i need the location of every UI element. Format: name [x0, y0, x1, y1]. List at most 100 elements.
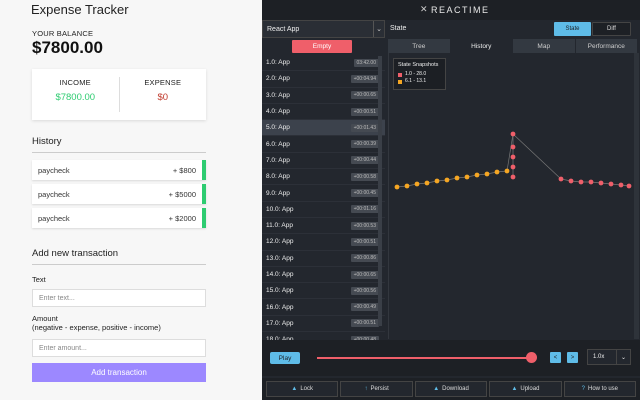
snapshot-node[interactable]: [464, 174, 470, 180]
snapshot-node[interactable]: [510, 174, 516, 180]
snapshot-row[interactable]: 18.0: App +00:00.48: [262, 332, 385, 340]
add-transaction-button[interactable]: Add transaction: [32, 363, 206, 382]
snapshot-node[interactable]: [424, 180, 430, 186]
snapshot-time: +00:00.44: [350, 156, 379, 165]
snapshot-time: +00:00.65: [350, 270, 379, 279]
slider-handle[interactable]: [526, 352, 537, 363]
snapshot-node[interactable]: [474, 172, 480, 178]
snapshot-row[interactable]: 7.0: App +00:00.44: [262, 153, 385, 170]
state-heading: State: [390, 25, 407, 32]
snapshot-row[interactable]: 4.0: App +00:00.51: [262, 104, 385, 121]
state-toggle-button[interactable]: State: [554, 22, 591, 36]
prev-button[interactable]: <: [550, 352, 561, 363]
snapshot-node[interactable]: [510, 154, 516, 160]
persist-button[interactable]: ↑ Persist: [340, 381, 413, 397]
snapshot-list-scrollbar[interactable]: [378, 56, 382, 326]
chevron-down-icon[interactable]: ⌄: [616, 350, 630, 364]
amount-input[interactable]: Enter amount...: [32, 339, 206, 357]
snapshot-label: 12.0: App: [266, 238, 294, 246]
legend-item: 6.1 - 13.1: [398, 78, 441, 85]
snapshot-row[interactable]: 6.0: App +00:00.39: [262, 136, 385, 153]
chevron-down-icon[interactable]: ⌄: [373, 21, 384, 37]
snapshot-row[interactable]: 9.0: App +00:00.45: [262, 185, 385, 202]
history-panel: State Snapshots 1.0 - 28.0 6.1 - 13.1: [388, 53, 634, 339]
view-tabs: Tree History Map Performance: [388, 39, 638, 53]
snapshot-node[interactable]: [558, 176, 564, 182]
help-icon: ?: [581, 386, 585, 392]
speed-select[interactable]: 1.0x ⌄: [587, 349, 631, 365]
text-input[interactable]: Enter text...: [32, 289, 206, 307]
snapshot-row[interactable]: 3.0: App +00:00.65: [262, 88, 385, 104]
legend-item: 1.0 - 28.0: [398, 71, 441, 78]
snapshot-row[interactable]: 8.0: App +00:00.58: [262, 169, 385, 186]
snapshot-time: +00:00.58: [350, 172, 379, 181]
snapshot-node[interactable]: [626, 183, 632, 189]
snapshot-node[interactable]: [578, 179, 584, 185]
snapshot-row[interactable]: 13.0: App +00:00.86: [262, 251, 385, 267]
snapshot-time: +00:00.56: [350, 286, 379, 295]
snapshot-node[interactable]: [510, 131, 516, 137]
tab-select[interactable]: React App ⌄: [262, 20, 385, 38]
snapshot-node[interactable]: [404, 183, 410, 189]
snapshot-label: 2.0: App: [266, 75, 290, 83]
download-icon: ▲: [433, 386, 440, 392]
download-button[interactable]: ▲ Download: [414, 381, 488, 397]
empty-button[interactable]: Empty: [292, 40, 352, 53]
panel-scrollbar[interactable]: [634, 53, 639, 339]
snapshot-node[interactable]: [394, 184, 400, 190]
income-expense-card: INCOME $7800.00 EXPENSE $0: [32, 69, 206, 120]
upload-button[interactable]: ▲ Upload: [489, 381, 562, 397]
play-button[interactable]: Play: [270, 352, 300, 364]
tab-history[interactable]: History: [450, 39, 513, 53]
snapshot-node[interactable]: [510, 164, 516, 170]
snapshot-node[interactable]: [444, 177, 450, 183]
snapshot-node[interactable]: [608, 181, 614, 187]
history-item-name: paycheck: [38, 213, 70, 223]
snapshot-node[interactable]: [598, 180, 604, 186]
snapshot-slider[interactable]: [317, 357, 532, 359]
snapshot-time: +00:00.49: [350, 303, 379, 312]
next-button[interactable]: >: [567, 352, 578, 363]
snapshot-node[interactable]: [484, 171, 490, 177]
snapshot-row[interactable]: 1.0: App 03:42.00: [262, 55, 385, 72]
reactime-logo-icon: ✕: [420, 4, 430, 14]
snapshot-row[interactable]: 14.0: App +00:00.65: [262, 267, 385, 284]
lock-button[interactable]: ▲ Lock: [266, 381, 339, 397]
snapshot-node[interactable]: [414, 181, 420, 187]
snapshot-time: +00:00.53: [350, 221, 379, 230]
how-to-use-button[interactable]: ? How to use: [563, 381, 637, 397]
snapshot-row[interactable]: 2.0: App +00:04.94: [262, 71, 385, 88]
snapshot-row[interactable]: 12.0: App +00:00.51: [262, 234, 385, 251]
snapshot-node[interactable]: [510, 144, 516, 150]
snapshot-node[interactable]: [434, 178, 440, 184]
snapshot-node[interactable]: [588, 179, 594, 185]
snapshot-label: 17.0: App: [266, 319, 294, 327]
snapshot-node[interactable]: [568, 178, 574, 184]
tab-tree[interactable]: Tree: [388, 39, 451, 53]
snapshot-time: 03:42.00: [353, 58, 379, 67]
tab-map[interactable]: Map: [513, 39, 576, 53]
snapshot-row[interactable]: 16.0: App +00:00.49: [262, 299, 385, 316]
snapshot-node[interactable]: [494, 169, 500, 175]
snapshot-node[interactable]: [454, 175, 460, 181]
income-label: INCOME: [59, 78, 91, 87]
snapshot-node[interactable]: [504, 168, 510, 174]
history-item: paycheck + $2000: [32, 208, 206, 228]
history-item-amount: + $800: [172, 165, 196, 175]
graph-link: [512, 133, 562, 180]
snapshot-row[interactable]: 10.0: App +00:01.16: [262, 202, 385, 218]
snapshot-label: 6.0: App: [266, 140, 290, 148]
snapshot-row[interactable]: 5.0: App +00:01.43: [262, 120, 385, 137]
history-item-name: paycheck: [38, 189, 70, 199]
tab-performance[interactable]: Performance: [575, 39, 638, 53]
snapshot-node[interactable]: [618, 182, 624, 188]
snapshot-time: +00:01.43: [350, 123, 379, 132]
snapshot-row[interactable]: 11.0: App +00:00.53: [262, 218, 385, 235]
lock-label: Lock: [300, 386, 314, 392]
snapshot-label: 7.0: App: [266, 156, 290, 164]
snapshot-row[interactable]: 15.0: App +00:00.56: [262, 283, 385, 300]
history-heading: History: [32, 136, 206, 153]
snapshot-time: +00:00.39: [350, 140, 379, 149]
diff-toggle-button[interactable]: Diff: [592, 22, 631, 36]
snapshot-row[interactable]: 17.0: App +00:00.51: [262, 316, 385, 333]
